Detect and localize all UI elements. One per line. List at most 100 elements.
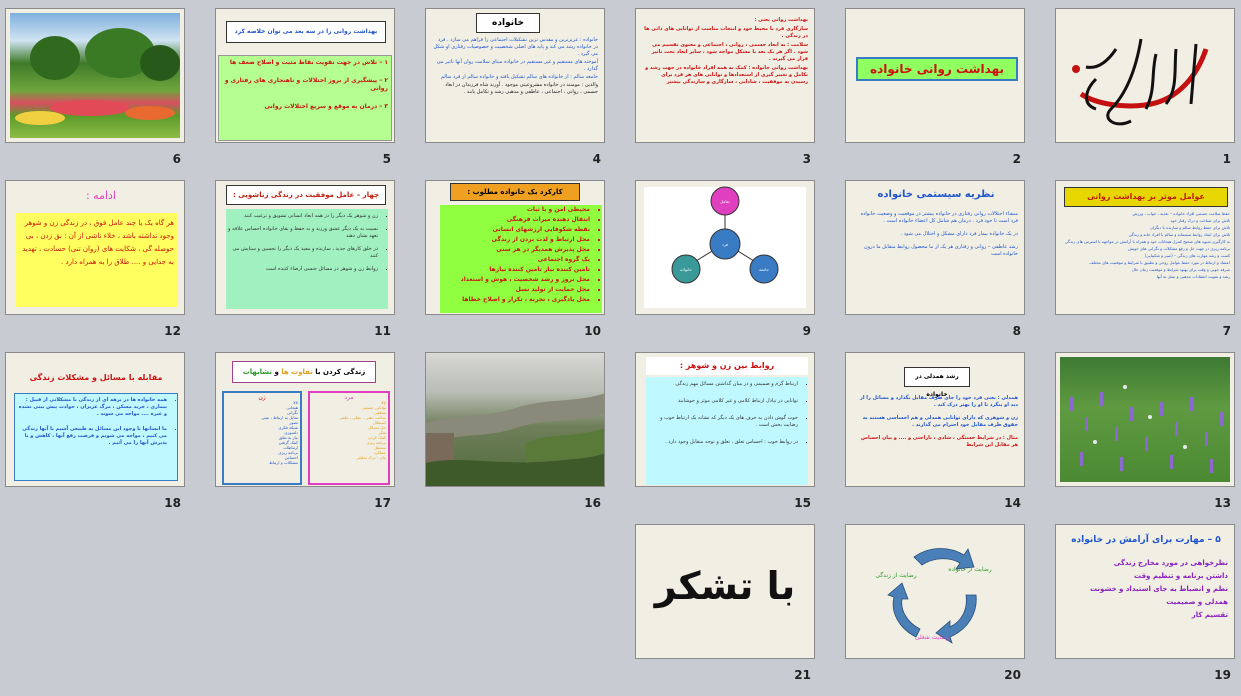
slide-number-12: 12: [164, 324, 181, 338]
slide-title: بهداشت روانی خانواده: [856, 57, 1018, 81]
slide-title: روابط بین زن و شوهر :: [646, 357, 808, 375]
body-line: محل بروز و رشد شخصیت ، هوش و استعداد: [440, 275, 590, 285]
body-line: سازگاری فرد با محیط خود و انتخاب مناسب ا…: [644, 26, 808, 39]
body-line: بهداشت روانی خانواده : کمک به همه افراد …: [645, 65, 808, 85]
body-line: تلاش برای شناخت و درک رفتار خود: [1060, 218, 1231, 224]
slide-thumbnail-16[interactable]: [425, 352, 605, 487]
slide-thumbnail-8[interactable]: نظریه سیستمی خانواده منشاء اختلالات روان…: [845, 180, 1025, 315]
slide-thumbnail-20[interactable]: رضایت از خانواده رضایت شغلی رضایت از زند…: [845, 524, 1025, 659]
body-line: در روابط خوب : احساس تعلق ، تعلق و توجه …: [646, 439, 798, 446]
body-line: ارتباط گرم و صمیمی و در میان گذاشتن مسائ…: [646, 381, 798, 388]
slide-thumbnail-12[interactable]: ادامه : هر گاه یک یا چند عامل فوق ، در ز…: [5, 180, 185, 315]
body-line: انتقال دهنده میراث فرهنگی: [440, 215, 590, 225]
slide-title: با تشکر: [654, 564, 796, 608]
slide-thumbnail-5[interactable]: بهداشت روانی را در سه بعد می توان خلاصه …: [215, 8, 395, 143]
body-line: زن و شوهر یک دیگر را در همه ابعاد انسانی…: [226, 213, 378, 220]
slide-thumbnail-17[interactable]: زندگی کردن با تفاوت ها و تشابهات مرد xy ت…: [215, 352, 395, 487]
slide-body: خانواده : عزیزترین و مقدس ترین تشکیلات ا…: [432, 37, 604, 97]
slide-number-5: 5: [382, 152, 391, 166]
body-line: تامین کننده نیاز تامین کننده نیازها: [440, 265, 590, 275]
column-item: بیان - درک تحلیلی: [356, 455, 386, 460]
slide-body: نظرخواهی در مورد مخارج زندگی داشتن برنام…: [1064, 557, 1234, 622]
interaction-diagram: تعامل فرد خانواده جامعه: [644, 186, 806, 308]
body-line: محل ارتباط و لذت بردن از زندگی: [440, 235, 590, 245]
body-line: به کارگیری شیوه های صحیح کنترل هیجانات خ…: [1060, 239, 1230, 245]
satisfaction-cycle-diagram: رضایت از خانواده رضایت شغلی رضایت از زند…: [875, 548, 992, 644]
body-line: خانواده : عزیزترین و مقدس ترین تشکیلات ا…: [432, 37, 598, 58]
slide-body: همدلی : یعنی فرد خود را جای طرف مقابل بگ…: [854, 395, 1018, 449]
slide-title: بهداشت روانی را در سه بعد می توان خلاصه …: [226, 21, 386, 43]
slide-number-13: 13: [1214, 496, 1231, 510]
cycle-label: رضایت از زندگی: [875, 571, 916, 579]
body-line: روابط زن و شوهر در مسائل جنسی ارضاء کنند…: [226, 266, 378, 273]
body-line: همه خانواده ها در برهه ای از زندگی با مش…: [15, 397, 167, 418]
slide-title: کارکرد یک خانواده مطلوب :: [450, 183, 580, 201]
body-line: نظم و انضباط به جای استبداد و خشونت: [1064, 583, 1228, 596]
slide-number-19: 19: [1214, 668, 1231, 682]
slide-title: ۵ – مهارت برای آرامش در خانواده: [1071, 535, 1221, 545]
slide-title: عوامل موثر بر بهداشت روانی: [1064, 187, 1228, 207]
calligraphy-image: [1072, 38, 1209, 126]
slide-thumbnail-3[interactable]: بهداشت روانی یعنی : سازگاری فرد با محیط …: [635, 8, 815, 143]
body-line: کسب و رشد مهارت های زندگی – (صبر و شکیبا…: [1060, 253, 1230, 259]
diagram-label: جامعه: [759, 267, 769, 272]
body-line: نظرخواهی در مورد مخارج زندگی: [1064, 557, 1228, 570]
slide-body: زن و شوهر یک دیگر را در همه ابعاد انسانی…: [226, 209, 388, 309]
slide-thumbnail-7[interactable]: عوامل موثر بر بهداشت روانی حفظ سلامت جسم…: [1055, 180, 1235, 315]
body-line: محل یادگیری ، تجربه ، تکرار و اصلاح خطاه…: [440, 295, 590, 305]
body-line: تلاش برای حفظ روابط سالم و سازنده با دیگ…: [1060, 225, 1230, 231]
cycle-label: رضایت از خانواده: [948, 566, 992, 573]
column-list: xy توانایی جسمی منطقی ساخت ذهنی ، عقلی ، عل…: [312, 400, 386, 460]
slide-body: حفظ سلامت جسمی افراد خانواده – تغذیه ، خ…: [1060, 211, 1234, 281]
body-line: صرفه جویی و وقت برای بهبود شرایط و موقعی…: [1060, 267, 1230, 273]
slide-thumbnail-18[interactable]: مقابله با مسائل و مشکلات زندگی همه خانوا…: [5, 352, 185, 487]
slide-thumbnail-9[interactable]: تعامل فرد خانواده جامعه: [635, 180, 815, 315]
title-part: تفاوت ها: [281, 368, 313, 376]
body-line: توانایی در تبادل ارتباط کلامی و غیر کلام…: [646, 398, 798, 405]
cycle-label: رضایت شغلی: [915, 634, 949, 641]
meadow-photo: [1060, 357, 1230, 482]
slide-title: خانواده: [476, 13, 540, 33]
slide-number-20: 20: [1004, 668, 1021, 682]
title-part: و: [272, 368, 282, 376]
slide-thumbnail-19[interactable]: ۵ – مهارت برای آرامش در خانواده نظرخواهی…: [1055, 524, 1235, 659]
slide-thumbnail-4[interactable]: خانواده خانواده : عزیزترین و مقدس ترین ت…: [425, 8, 605, 143]
diagram-label: فرد: [722, 242, 728, 247]
slide-number-9: 9: [802, 324, 811, 338]
slide-body: ارتباط گرم و صمیمی و در میان گذاشتن مسائ…: [646, 377, 808, 485]
slide-thumbnail-10[interactable]: کارکرد یک خانواده مطلوب : محیطی امن و با…: [425, 180, 605, 315]
body-line: هر گاه یک یا چند عامل فوق ، در زندگی زن …: [22, 219, 174, 266]
slide-thumbnail-13[interactable]: [1055, 352, 1235, 487]
slide-title: رشد همدلی در خانواده: [904, 367, 970, 398]
slide-body: ۱ – تلاش در جهت تقویت نقاط مثبت و اصلاح …: [218, 55, 392, 141]
body-line: تلاش برای ایجاد روابط صمیمانه و سالم با …: [1060, 232, 1230, 238]
slide-thumbnail-21[interactable]: با تشکر: [635, 524, 815, 659]
body-line: جامعه سالم : از خانواده های سالم تشکیل ی…: [432, 74, 598, 81]
body-line: در یک خانواده بیمار فرد دارای مشکل و اخت…: [852, 231, 1018, 238]
body-line: نقطه شکوفایی ارزشهای انسانی: [440, 225, 590, 235]
body-line: منشاء اختلالات روانی رفتاری در خانواده ب…: [852, 211, 1018, 225]
slide-thumbnail-1[interactable]: [1055, 8, 1235, 143]
slide-number-14: 14: [1004, 496, 1021, 510]
body-line: ۱ – تلاش در جهت تقویت نقاط مثبت و اصلاح …: [229, 59, 388, 66]
title-part: زندگی کردن با: [312, 368, 366, 376]
body-line: محیطی امن و با ثبات: [440, 205, 590, 215]
body-line: ما انسانها با وجود این مسائل به طبیعی آش…: [15, 426, 167, 447]
slide-body: هر گاه یک یا چند عامل فوق ، در زندگی زن …: [16, 213, 178, 307]
body-line: همدلی و صمیمیت: [1064, 596, 1228, 609]
slide-number-7: 7: [1222, 324, 1231, 338]
column-item: مشکلات و ارتباط: [269, 460, 298, 465]
slide-body: منشاء اختلالات روانی رفتاری در خانواده ب…: [852, 211, 1024, 259]
slide-number-16: 16: [584, 496, 601, 510]
slide-number-17: 17: [374, 496, 391, 510]
slide-number-15: 15: [794, 496, 811, 510]
slide-thumbnail-2[interactable]: بهداشت روانی خانواده: [845, 8, 1025, 143]
title-part: تشابهات: [242, 368, 273, 376]
slide-title: مقابله با مسائل و مشکلات زندگی: [29, 373, 163, 382]
slide-thumbnail-14[interactable]: رشد همدلی در خانواده همدلی : یعنی فرد خو…: [845, 352, 1025, 487]
slide-thumbnail-6[interactable]: [5, 8, 185, 143]
slide-thumbnail-11[interactable]: چهار – عامل موفقیت در زندگی زناشویی : زن…: [215, 180, 395, 315]
slide-thumbnail-15[interactable]: روابط بین زن و شوهر : ارتباط گرم و صمیمی…: [635, 352, 815, 487]
body-line: برنامه ریزی در جهت حل و رفع مشکلات و نگر…: [1060, 246, 1230, 252]
body-line: تقسیم کار: [1064, 609, 1228, 622]
